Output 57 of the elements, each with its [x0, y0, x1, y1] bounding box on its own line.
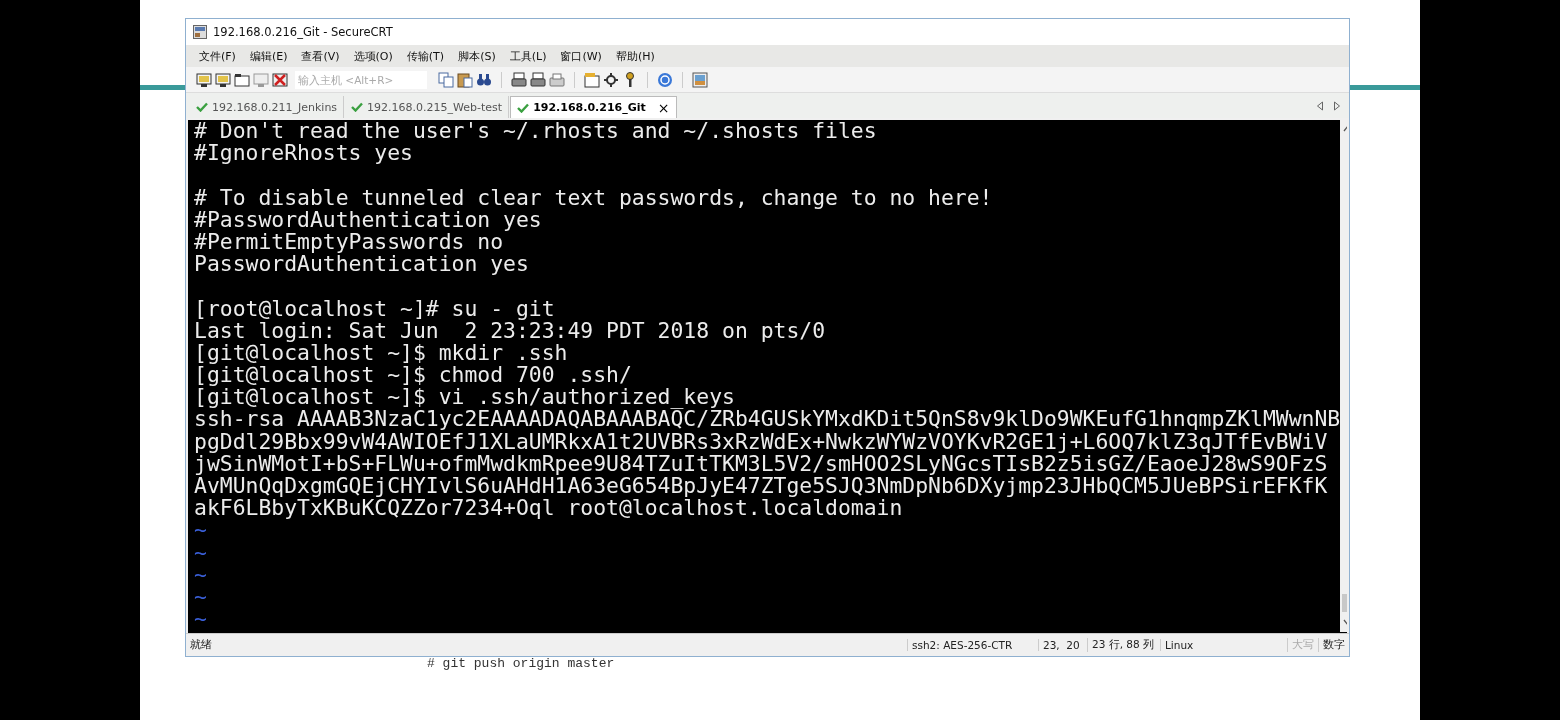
code-text: # git push origin master — [427, 656, 615, 671]
binoculars-icon[interactable] — [476, 71, 492, 88]
terminal-line: pgDdl29Bbx99vW4AWIOEfJ1XLaUMRkxA1t2UVBRs3xRzWdEx+NwkzWYWzVOYKvR2GE1j+L6OQ7klZ3qJTfEvBWiV — [194, 430, 1328, 453]
empty-line-marker: ~ — [194, 563, 208, 586]
scroll-right-icon[interactable] — [1333, 100, 1341, 111]
terminal-line: #PermitEmptyPasswords no — [194, 230, 504, 254]
terminal-line: # To disable tunneled clear text passwords, change to no here! — [194, 186, 994, 209]
terminal-line: jwSinWMotI+bS+FLWu+ofmMwdkmRpee9U84TZuItTKM3L5V2/smHOO2SLyNGcsTIsB2z5isGZ/EaoeJ28wS9OFzS — [194, 452, 1329, 475]
menu-item[interactable]: 帮助(H) — [610, 48, 660, 64]
terminal-line: akF6LBbyTxKBuKCQZZor7234+Oql root@localhost.localdomain — [194, 497, 903, 520]
terminal-line: Last login: Sat Jun 2 23:23:49 PDT 2018 on pts/0 — [194, 319, 827, 342]
menu-item[interactable]: 编辑(E) — [244, 48, 293, 64]
status-message: 就绪 — [189, 638, 213, 652]
menu-item[interactable]: 窗口(W) — [555, 48, 607, 64]
disconnect-icon[interactable] — [272, 71, 288, 88]
terminal-line: AvMUnQqDxgmGQEjCHYIvlS6uAHdH1A63eG654BpJyE47ZTge5SJQ3NmDpNb6DXyjmp23JHbQCM5JUeBPSirEFKfK — [194, 475, 1329, 498]
printer-icon[interactable] — [511, 71, 527, 88]
terminal-line: PasswordAuthentication yes — [194, 253, 530, 276]
session-tab[interactable]: 192.168.0.211_Jenkins — [190, 96, 345, 118]
printer-icon[interactable] — [530, 71, 546, 88]
terminal-size: 23 行, 88 列 — [1087, 638, 1160, 652]
close-button[interactable]: × — [657, 100, 670, 115]
monitor-icon[interactable] — [196, 71, 212, 88]
terminal-line: [root@localhost ~]# su - git — [194, 297, 556, 320]
menu-item[interactable]: 选项(O) — [348, 48, 398, 64]
menu-item[interactable]: 脚本(S) — [453, 48, 501, 64]
terminal-line: ssh-rsa AAAAB3NzaC1yc2EAAAADAQABAAABAQC/ZRb4GUSkYMxdKDit5QnS8v9klDo9WKEufG1hnqmpZKlMWwnNB — [194, 408, 1341, 431]
menu-item[interactable]: 查看(V) — [296, 48, 345, 64]
session-tab[interactable]: 192.168.0.216_Git × — [510, 96, 677, 118]
menu-item[interactable]: 传输(T) — [401, 48, 450, 64]
monitor-icon[interactable] — [215, 71, 231, 88]
session-tab[interactable]: 192.168.0.215_Web-test — [345, 96, 510, 118]
empty-line-marker: ~ — [194, 541, 208, 564]
key-indicator: 大写 — [1287, 638, 1318, 652]
terminal-line: #IgnoreRhosts yes — [194, 142, 414, 165]
cursor-position: 23, 20 — [1038, 639, 1087, 651]
scroll-left-icon[interactable] — [1316, 100, 1324, 111]
host-field[interactable]: 输入主机 <Alt+R> — [295, 70, 427, 89]
terminal-line: #PasswordAuthentication yes — [194, 208, 543, 231]
terminal-type: Linux — [1160, 639, 1287, 651]
printer-icon[interactable] — [549, 71, 565, 88]
paste-icon[interactable] — [457, 71, 473, 88]
menu-item[interactable]: 工具(L) — [504, 48, 552, 64]
window-title: 192.168.0.216_Git - SecureCRT — [213, 25, 393, 39]
copy-icon[interactable] — [438, 71, 454, 88]
empty-line-marker: ~ — [194, 519, 207, 542]
key-indicator: 数字 — [1318, 638, 1349, 652]
empty-line-marker: ~ — [194, 608, 208, 631]
terminal-line: [git@localhost ~]$ mkdir .ssh — [194, 341, 569, 365]
app-icon — [193, 25, 207, 39]
terminal-line: [git@localhost ~]$ chmod 700 .ssh/ — [194, 364, 633, 387]
terminal-line: # Don't read the user's ~/.rhosts and ~/.shosts files — [194, 120, 878, 143]
menu-item[interactable]: 文件(F) — [194, 48, 241, 64]
cipher-info: ssh2: AES-256-CTR — [907, 639, 1038, 651]
terminal-line: [git@localhost ~]$ vi .ssh/authorized_keys — [194, 386, 736, 409]
empty-line-marker: ~ — [194, 585, 208, 609]
folder-icon[interactable] — [234, 71, 250, 88]
